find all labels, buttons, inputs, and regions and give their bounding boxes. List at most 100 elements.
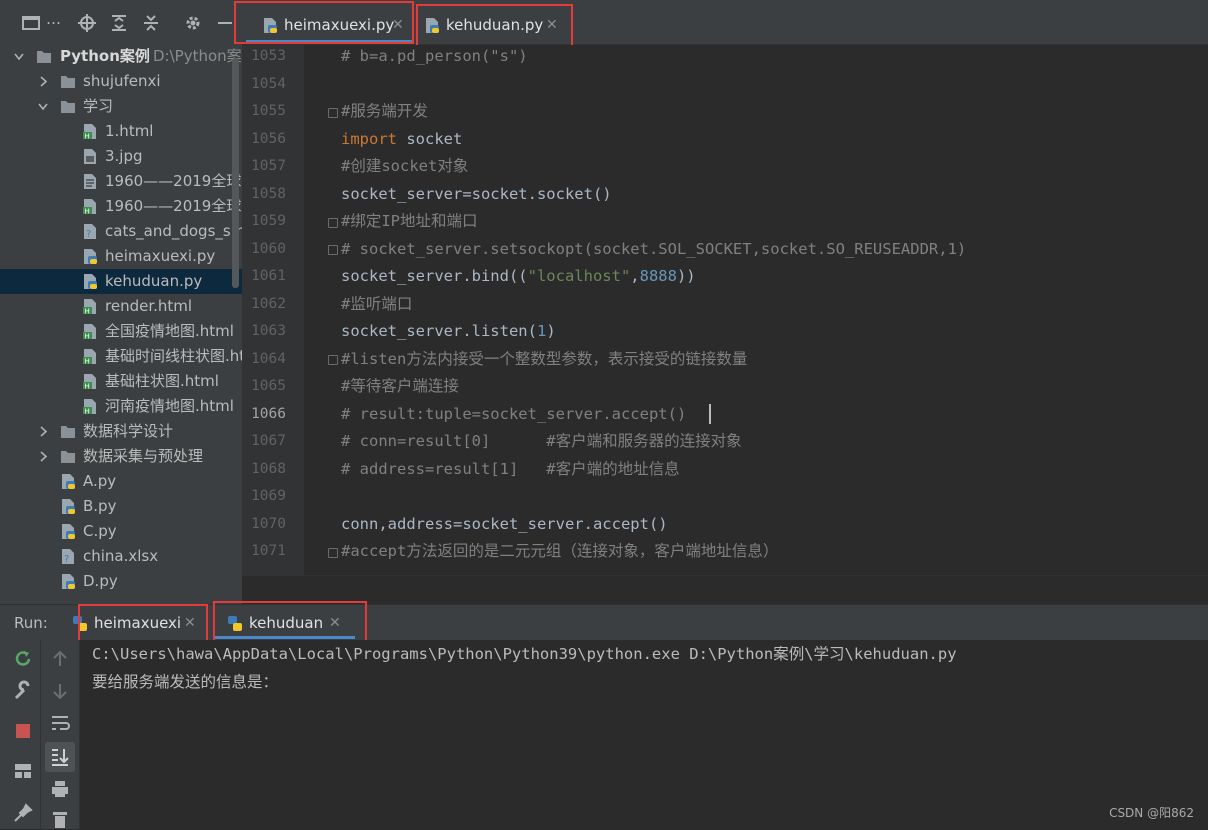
tree-item[interactable]: H 1960——2019全球 [0,194,242,219]
code-editor[interactable] [304,45,1208,575]
wrench-icon[interactable] [12,680,34,702]
line-number: 1067 [251,433,286,449]
tree-item-label: 基础时间线柱状图.ht [105,347,242,365]
code-text: socket [397,130,463,148]
tree-item[interactable]: ? china.xlsx [0,544,242,569]
line-number: 1061 [251,268,286,284]
tree-item[interactable]: H 基础时间线柱状图.ht [0,344,242,369]
fold-marker-icon[interactable] [328,355,338,365]
code-line-1055: #服务端开发 [341,102,428,120]
folder-icon [61,451,75,463]
rerun-icon[interactable] [12,648,34,670]
tree-item[interactable]: 学习 [0,94,242,119]
chevron-right-icon[interactable] [38,69,48,94]
tree-item[interactable]: C.py [0,519,242,544]
arrow-up-icon[interactable] [49,648,71,670]
run-toolbar-primary [0,640,41,829]
tree-item[interactable]: 数据采集与预处理 [0,444,242,469]
fold-marker-icon[interactable] [328,548,338,558]
image-file-icon [84,149,96,164]
collapse-all-icon[interactable] [142,14,160,32]
tree-item[interactable]: 3.jpg [0,144,242,169]
chevron-down-icon[interactable] [38,94,48,119]
tree-scrollbar[interactable] [232,58,239,288]
tree-item[interactable]: D.py [0,569,242,594]
code-line-1062: #监听端口 [341,295,413,313]
tree-item-label: 1.html [105,122,154,140]
tree-item[interactable]: H 全国疫情地图.html [0,319,242,344]
code-text: ) [546,322,556,340]
tree-item[interactable]: shujufenxi [0,69,242,94]
tree-item[interactable]: H 河南疫情地图.html [0,394,242,419]
line-number: 1071 [251,543,286,559]
chevron-down-icon[interactable] [14,44,24,69]
tree-item[interactable]: ? cats_and_dogs_sm [0,219,242,244]
unknown-file-icon: ? [84,224,96,240]
code-line-1056: import socket [341,126,462,153]
pin-icon[interactable] [12,802,34,824]
close-icon[interactable]: ✕ [392,6,404,44]
project-view-icon[interactable] [22,14,40,32]
python-file-icon [62,574,75,589]
view-dropdown-icon[interactable]: … [46,10,61,28]
code-line-1061: socket_server.bind(("localhost",8888)) [341,263,696,290]
trash-icon[interactable] [49,808,71,830]
layout-icon[interactable] [12,760,34,782]
close-icon[interactable]: ✕ [546,6,558,44]
tree-item[interactable]: Hrender.html [0,294,242,319]
hide-panel-icon[interactable] [216,14,234,32]
tree-item-label: 3.jpg [105,147,143,165]
console-line-command: C:\Users\hawa\AppData\Local\Programs\Pyt… [92,645,957,663]
html-file-icon: H [83,299,96,315]
tree-root[interactable]: Python案例 D:\Python案 [0,44,242,69]
tree-item-label: render.html [105,297,193,315]
close-icon[interactable]: ✕ [184,605,196,641]
tree-item[interactable]: H 基础柱状图.html [0,369,242,394]
tree-item[interactable]: H 1.html [0,119,242,144]
tree-item[interactable]: kehuduan.py [0,269,242,294]
text-file-icon [84,174,96,189]
line-number: 1064 [251,350,286,367]
soft-wrap-icon[interactable] [49,712,71,734]
chevron-right-icon[interactable] [38,419,48,444]
settings-gear-icon[interactable] [184,14,202,32]
run-tab-heimaxuexi[interactable]: heimaxuexi ✕ [72,605,202,641]
html-file-icon: H [83,399,96,416]
stop-icon[interactable] [12,720,34,742]
line-number: 1065 [251,378,286,394]
run-tab-label: heimaxuexi [94,614,182,632]
scroll-to-end-toggle[interactable] [45,742,75,772]
tree-item-label: A.py [83,472,117,490]
folder-icon [61,426,75,438]
tree-item[interactable]: 数据科学设计 [0,419,242,444]
arrow-down-icon[interactable] [49,680,71,702]
fold-marker-icon[interactable] [328,108,338,118]
root-path: D:\Python案 [153,47,242,65]
editor-horizontal-scroll-area[interactable] [242,575,1208,604]
tab-label: heimaxuexi.py [284,16,395,34]
tree-item-label: kehuduan.py [105,272,203,290]
svg-text:H: H [85,383,90,391]
svg-text:H: H [85,408,90,416]
locate-file-icon[interactable] [78,14,96,32]
expand-all-icon[interactable] [110,14,128,32]
tab-heimaxuexi[interactable]: heimaxuexi.py ✕ [248,6,413,44]
fold-marker-icon[interactable] [328,218,338,228]
chevron-right-icon[interactable] [38,444,48,469]
html-file-icon: H [83,374,96,391]
tree-item[interactable]: A.py [0,469,242,494]
line-number: 1069 [251,488,286,504]
tree-item[interactable]: B.py [0,494,242,519]
tree-item-label: heimaxuexi.py [105,247,216,265]
console-line-prompt: 要给服务端发送的信息是： [92,673,279,691]
line-number: 1060 [251,240,286,257]
scroll-to-end-icon [52,749,69,766]
string-literal: "localhost" [527,267,631,285]
code-line-1057: #创建socket对象 [341,157,469,175]
print-icon[interactable] [49,778,71,800]
tree-item[interactable]: heimaxuexi.py [0,244,242,269]
fold-marker-icon[interactable] [328,245,338,255]
tab-kehuduan[interactable]: kehuduan.py ✕ [418,6,570,44]
tree-item[interactable]: 1960——2019全球 [0,169,242,194]
run-toolbar-secondary [41,640,80,829]
